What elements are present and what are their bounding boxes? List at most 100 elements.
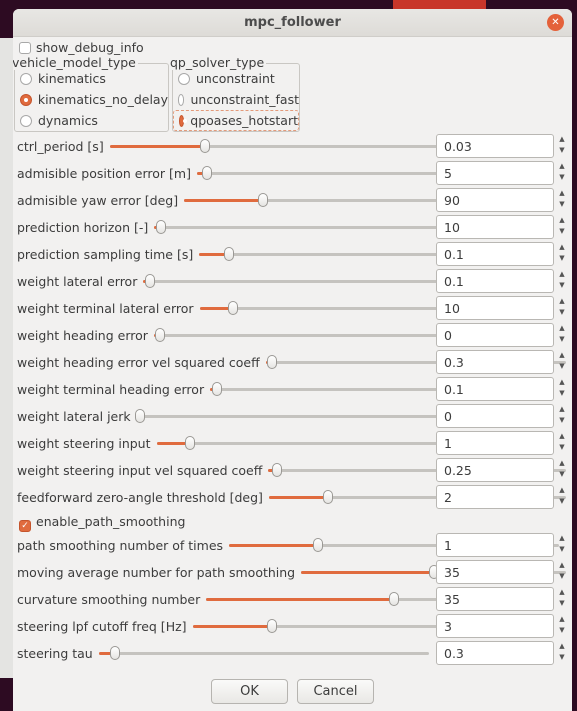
radio-label: qpoases_hotstart xyxy=(190,113,298,128)
slider-fill xyxy=(192,625,272,628)
checkmark-icon: ✓ xyxy=(19,520,31,532)
param-slider[interactable] xyxy=(153,327,484,343)
spin-arrows-icon[interactable]: ▲ ▼ xyxy=(556,641,568,665)
param-value-input[interactable]: 0 xyxy=(436,323,554,347)
radio-dynamics[interactable]: dynamics xyxy=(15,110,168,131)
cancel-button[interactable]: Cancel xyxy=(297,679,374,704)
slider-thumb[interactable] xyxy=(144,274,155,288)
spin-arrows-icon[interactable]: ▲ ▼ xyxy=(556,614,568,638)
param-slider[interactable] xyxy=(134,408,467,424)
radio-label: unconstraint xyxy=(196,71,275,86)
slider-thumb[interactable] xyxy=(134,409,145,423)
group-label: vehicle_model_type xyxy=(13,55,138,70)
slider-thumb[interactable] xyxy=(110,646,121,660)
slider-track xyxy=(143,280,474,283)
spin-arrows-icon[interactable]: ▲ ▼ xyxy=(556,533,568,557)
param-label: weight terminal heading error xyxy=(17,381,205,397)
checkbox-label: enable_path_smoothing xyxy=(36,514,186,529)
slider-track xyxy=(153,334,484,337)
spin-arrows-icon[interactable]: ▲ ▼ xyxy=(556,404,568,428)
slider-thumb[interactable] xyxy=(258,193,269,207)
enable-path-smoothing-checkbox[interactable]: ✓ enable_path_smoothing xyxy=(19,514,185,532)
show-debug-info-checkbox[interactable]: show_debug_info xyxy=(19,40,144,55)
param-slider[interactable] xyxy=(109,138,440,154)
slider-fill xyxy=(206,598,395,601)
spin-arrows-icon[interactable]: ▲ ▼ xyxy=(556,377,568,401)
spin-arrows-icon[interactable]: ▲ ▼ xyxy=(556,485,568,509)
slider-thumb[interactable] xyxy=(389,592,400,606)
param-slider[interactable] xyxy=(143,273,474,289)
radio-kinematics[interactable]: kinematics xyxy=(15,68,168,89)
param-label: prediction horizon [-] xyxy=(17,219,149,235)
slider-thumb[interactable] xyxy=(323,490,334,504)
vehicle-model-type-group: vehicle_model_type kinematics kinematics_… xyxy=(13,55,169,132)
param-value-input[interactable]: 0 xyxy=(436,404,554,428)
param-label: weight lateral error xyxy=(17,273,138,289)
slider-fill xyxy=(109,145,206,148)
param-label: admisible yaw error [deg] xyxy=(17,192,179,208)
slider-fill xyxy=(268,496,329,499)
param-value-input[interactable]: 0.3 xyxy=(436,641,554,665)
param-value-input[interactable]: 5 xyxy=(436,161,554,185)
qp-solver-type-group: qp_solver_type unconstraint unconstraint_… xyxy=(170,55,300,132)
radio-icon xyxy=(178,72,190,85)
param-value-input[interactable]: 35 xyxy=(436,560,554,584)
param-value-input[interactable]: 2 xyxy=(436,485,554,509)
param-value-input[interactable]: 35 xyxy=(436,587,554,611)
slider-thumb[interactable] xyxy=(313,538,324,552)
spin-arrows-icon[interactable]: ▲ ▼ xyxy=(556,188,568,212)
param-value-input[interactable]: 10 xyxy=(436,296,554,320)
spin-arrows-icon[interactable]: ▲ ▼ xyxy=(556,560,568,584)
param-value-input[interactable]: 0.1 xyxy=(436,242,554,266)
spin-arrows-icon[interactable]: ▲ ▼ xyxy=(556,269,568,293)
ok-button[interactable]: OK xyxy=(211,679,288,704)
param-value-input[interactable]: 0.25 xyxy=(436,458,554,482)
param-value-input[interactable]: 0.1 xyxy=(436,377,554,401)
spin-arrows-icon[interactable]: ▲ ▼ xyxy=(556,215,568,239)
slider-thumb[interactable] xyxy=(272,463,283,477)
radio-label: unconstraint_fast xyxy=(190,92,299,107)
slider-thumb[interactable] xyxy=(223,247,234,261)
spin-arrows-icon[interactable]: ▲ ▼ xyxy=(556,350,568,374)
title-bar[interactable]: mpc_follower ✕ xyxy=(13,9,572,37)
close-icon[interactable]: ✕ xyxy=(547,14,564,31)
param-value-input[interactable]: 90 xyxy=(436,188,554,212)
param-value-input[interactable]: 1 xyxy=(436,431,554,455)
param-slider[interactable] xyxy=(154,219,485,235)
checkbox-label: show_debug_info xyxy=(36,40,144,55)
param-value-input[interactable]: 1 xyxy=(436,533,554,557)
spin-arrows-icon[interactable]: ▲ ▼ xyxy=(556,161,568,185)
spin-arrows-icon[interactable]: ▲ ▼ xyxy=(556,458,568,482)
param-label: steering tau xyxy=(17,645,93,661)
slider-thumb[interactable] xyxy=(184,436,195,450)
slider-thumb[interactable] xyxy=(266,355,277,369)
slider-track xyxy=(136,415,467,418)
slider-thumb[interactable] xyxy=(227,301,238,315)
slider-fill xyxy=(184,199,264,202)
slider-thumb[interactable] xyxy=(266,619,277,633)
spin-arrows-icon[interactable]: ▲ ▼ xyxy=(556,134,568,158)
radio-kinematics-no-delay[interactable]: kinematics_no_delay xyxy=(15,89,168,110)
param-value-input[interactable]: 10 xyxy=(436,215,554,239)
spin-arrows-icon[interactable]: ▲ ▼ xyxy=(556,323,568,347)
param-slider[interactable] xyxy=(98,645,429,661)
slider-thumb[interactable] xyxy=(211,382,222,396)
spin-arrows-icon[interactable]: ▲ ▼ xyxy=(556,587,568,611)
spin-arrows-icon[interactable]: ▲ ▼ xyxy=(556,242,568,266)
param-label: feedforward zero-angle threshold [deg] xyxy=(17,489,263,505)
slider-thumb[interactable] xyxy=(200,139,211,153)
radio-qpoases-hotstart[interactable]: qpoases_hotstart xyxy=(173,110,299,131)
param-value-input[interactable]: 3 xyxy=(436,614,554,638)
slider-track xyxy=(154,226,485,229)
param-value-input[interactable]: 0.3 xyxy=(436,350,554,374)
spin-arrows-icon[interactable]: ▲ ▼ xyxy=(556,296,568,320)
param-label: curvature smoothing number xyxy=(17,591,201,607)
param-value-input[interactable]: 0.03 xyxy=(436,134,554,158)
slider-thumb[interactable] xyxy=(155,328,166,342)
spin-arrows-icon[interactable]: ▲ ▼ xyxy=(556,431,568,455)
radio-unconstraint[interactable]: unconstraint xyxy=(173,68,299,89)
radio-unconstraint-fast[interactable]: unconstraint_fast xyxy=(173,89,299,110)
param-value-input[interactable]: 0.1 xyxy=(436,269,554,293)
slider-thumb[interactable] xyxy=(155,220,166,234)
slider-thumb[interactable] xyxy=(201,166,212,180)
